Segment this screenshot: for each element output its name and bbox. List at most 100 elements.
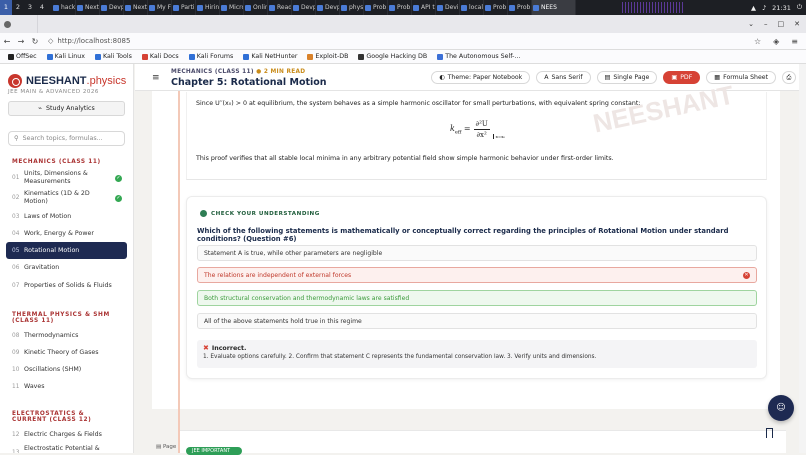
bookmark-item[interactable]: Exploit-DB bbox=[303, 53, 352, 60]
hamburger-menu-icon[interactable]: ≡ bbox=[152, 73, 160, 83]
taskbar-window[interactable]: Prob bbox=[388, 0, 412, 15]
bookmark-item[interactable]: Kali Tools bbox=[91, 53, 136, 60]
taskbar-window[interactable]: Next bbox=[124, 0, 148, 15]
sidebar-item[interactable]: 08 Thermodynamics bbox=[0, 327, 133, 344]
quiz-option[interactable]: All of the above statements hold true in… bbox=[197, 313, 757, 329]
taskbar-window-label: My F bbox=[157, 4, 172, 11]
sidebar-item[interactable]: 01 Units, Dimensions & Measurements ✓ bbox=[0, 168, 133, 188]
taskbar-window[interactable]: Prob bbox=[484, 0, 508, 15]
taskbar-window[interactable]: Devi bbox=[436, 0, 460, 15]
feedback-title-text: Incorrect. bbox=[211, 344, 247, 352]
bookmark-item[interactable]: Kali NetHunter bbox=[239, 53, 301, 60]
taskbar-window[interactable]: Prob bbox=[364, 0, 388, 15]
brand[interactable]: NEESHANT.physics bbox=[0, 64, 133, 88]
reload-icon[interactable]: ↻ bbox=[28, 37, 42, 46]
taskbar-window[interactable]: Read bbox=[268, 0, 292, 15]
taskbar-window[interactable]: Devp bbox=[316, 0, 340, 15]
assistant-fab-button[interactable]: ☺ bbox=[768, 395, 794, 421]
sidebar-item[interactable]: 06 Gravitation bbox=[0, 259, 133, 276]
shield-icon[interactable]: ◈ bbox=[773, 37, 779, 46]
bookmark-item[interactable]: Kali Linux bbox=[43, 53, 89, 60]
bookmark-item[interactable]: Google Hacking DB bbox=[354, 53, 431, 60]
atom-logo-icon bbox=[8, 74, 22, 88]
sidebar-item[interactable]: 03 Laws of Motion bbox=[0, 208, 133, 225]
taskbar-window-label: Devi bbox=[445, 4, 459, 11]
sidebar-item[interactable]: 04 Work, Energy & Power bbox=[0, 225, 133, 242]
quiz-option[interactable]: Statement A is true, while other paramet… bbox=[197, 245, 757, 261]
url-field[interactable]: ◇ http://localhost:8085 bbox=[48, 37, 130, 45]
taskbar-window[interactable]: Devp bbox=[292, 0, 316, 15]
forward-icon[interactable]: → bbox=[14, 37, 28, 46]
sidebar-item[interactable]: 02 Kinematics (1D & 2D Motion) ✓ bbox=[0, 188, 133, 208]
maximize-icon[interactable]: □ bbox=[778, 20, 785, 28]
sidebar-item[interactable]: 11 Waves bbox=[0, 378, 133, 395]
bell-icon[interactable]: ♪ bbox=[762, 4, 766, 12]
taskbar-window[interactable]: NEES bbox=[532, 0, 576, 15]
header-actions: ◐ Theme: Paper Notebook A Sans Serif ▤ Sing… bbox=[431, 71, 796, 84]
printer-icon: ⎙ bbox=[786, 73, 792, 81]
workspace-switcher[interactable]: 1 2 3 4 bbox=[0, 0, 48, 15]
bookmark-icon[interactable] bbox=[766, 428, 773, 438]
sidebar-item[interactable]: 07 Properties of Solids & Fluids bbox=[0, 276, 133, 296]
taskbar-window[interactable]: Next bbox=[76, 0, 100, 15]
pdf-button[interactable]: ▣ PDF bbox=[663, 71, 701, 84]
network-icon[interactable]: ▲ bbox=[751, 4, 756, 12]
taskbar-window[interactable]: Prob bbox=[508, 0, 532, 15]
menu-icon[interactable]: ≡ bbox=[791, 37, 798, 46]
bookmark-item[interactable]: Kali Docs bbox=[138, 53, 183, 60]
taskbar-window[interactable]: Onlin bbox=[244, 0, 268, 15]
workspace-1[interactable]: 1 bbox=[0, 0, 12, 15]
close-window-icon[interactable]: ✕ bbox=[794, 20, 800, 28]
taskbar-window-label: Hirin bbox=[205, 4, 220, 11]
quiz-option-text: The relations are independent of externa… bbox=[204, 271, 352, 279]
bookmark-item[interactable]: OffSec bbox=[4, 53, 41, 60]
window-controls: ⌄ – □ ✕ bbox=[748, 15, 800, 33]
bookmark-favicon-icon bbox=[8, 53, 14, 60]
taskbar-window[interactable]: Hirin bbox=[196, 0, 220, 15]
tab-list-chevron-icon[interactable]: ⌄ bbox=[748, 20, 754, 28]
bookmark-star-icon[interactable]: ☆ bbox=[754, 37, 761, 46]
taskbar-window[interactable]: phys bbox=[340, 0, 364, 15]
quiz-option[interactable]: Both structural conservation and thermod… bbox=[197, 290, 757, 306]
taskbar-window[interactable]: Devp bbox=[100, 0, 124, 15]
workspace-4[interactable]: 4 bbox=[36, 0, 48, 15]
workspace-3[interactable]: 3 bbox=[24, 0, 36, 15]
sidebar-item-label: Properties of Solids & Fluids bbox=[24, 282, 112, 289]
bookmark-item[interactable]: Kali Forums bbox=[185, 53, 238, 60]
sidebar-item[interactable]: 09 Kinetic Theory of Gases bbox=[0, 344, 133, 361]
clock[interactable]: 21:31 bbox=[772, 4, 791, 12]
font-button[interactable]: A Sans Serif bbox=[536, 71, 591, 84]
window-app-icon bbox=[341, 4, 347, 11]
taskbar-window[interactable]: Micro bbox=[220, 0, 244, 15]
page-info-icon[interactable]: ◇ bbox=[48, 37, 53, 45]
sidebar-item[interactable]: 13 Electrostatic Potential & Capacitance bbox=[0, 443, 133, 453]
view-mode-button[interactable]: ▤ Single Page bbox=[596, 71, 658, 84]
taskbar-window[interactable]: local bbox=[460, 0, 484, 15]
sidebar-item[interactable]: 05 Rotational Motion bbox=[6, 242, 127, 259]
back-icon[interactable]: ← bbox=[0, 37, 14, 46]
taskbar-window[interactable]: Parti bbox=[172, 0, 196, 15]
taskbar-window[interactable]: API t bbox=[412, 0, 436, 15]
sidebar-item[interactable]: 10 Oscillations (SHM) bbox=[0, 361, 133, 378]
taskbar-window-label: phys bbox=[349, 4, 364, 11]
quiz-option[interactable]: The relations are independent of externa… bbox=[197, 267, 757, 283]
sidebar-item[interactable]: 12 Electric Charges & Fields bbox=[0, 426, 133, 443]
window-app-icon bbox=[365, 4, 371, 11]
taskbar-window[interactable]: My F bbox=[148, 0, 172, 15]
window-app-icon bbox=[101, 4, 107, 11]
workspace-2[interactable]: 2 bbox=[12, 0, 24, 15]
study-analytics-button[interactable]: ⌁ Study Analytics bbox=[8, 101, 125, 116]
scrollbar[interactable] bbox=[799, 64, 806, 453]
quiz-header-text: CHECK YOUR UNDERSTANDING bbox=[211, 210, 320, 217]
tab-offsec[interactable] bbox=[0, 15, 38, 33]
theme-button[interactable]: ◐ Theme: Paper Notebook bbox=[431, 71, 531, 84]
taskbar-window[interactable]: hack bbox=[52, 0, 76, 15]
power-icon[interactable]: ⏻ bbox=[797, 3, 802, 12]
bookmark-item[interactable]: The Autonomous Self-... bbox=[433, 53, 524, 60]
sidebar-item-number: 05 bbox=[12, 247, 20, 254]
print-button[interactable]: ⎙ bbox=[782, 71, 796, 84]
search-input[interactable]: ⚲ Search topics, formulas... bbox=[8, 131, 125, 146]
minimize-icon[interactable]: – bbox=[764, 20, 768, 28]
os-taskbar: 1 2 3 4 hack Next Devp Next My F Parti Hirin Mi… bbox=[0, 0, 806, 15]
sidebar-item-label: Electric Charges & Fields bbox=[24, 431, 102, 438]
